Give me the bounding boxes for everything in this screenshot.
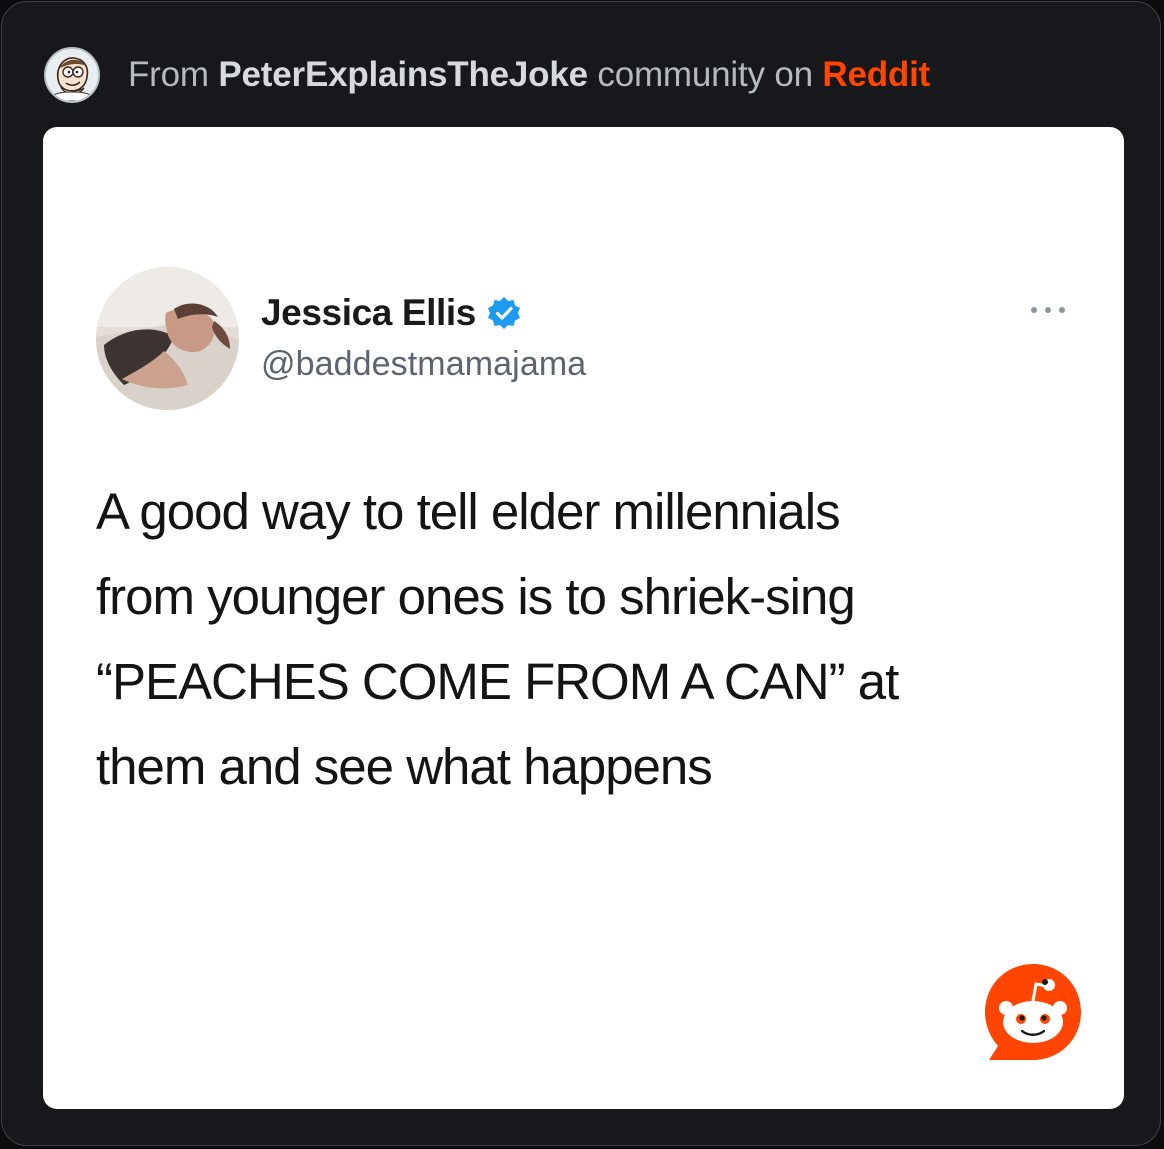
platform-name-link[interactable]: Reddit (822, 55, 930, 94)
more-dot (1031, 307, 1037, 313)
author-photo-image (96, 267, 239, 410)
header-middle: community on (587, 55, 823, 94)
community-header: From PeterExplainsTheJoke community on R… (44, 46, 930, 104)
reddit-snoo-icon (985, 964, 1081, 1060)
community-name-link[interactable]: PeterExplainsTheJoke (218, 55, 588, 94)
peter-griffin-avatar-icon (46, 49, 98, 101)
tweet-body: A good way to tell elder millennials fro… (96, 469, 1056, 809)
tweet-line: from younger ones is to shriek-sing (96, 568, 856, 625)
post-image-card[interactable]: Jessica Ellis @baddestmamajama A good wa… (43, 127, 1124, 1109)
header-attribution: From PeterExplainsTheJoke community on R… (128, 55, 930, 95)
tweet-author-row: Jessica Ellis (261, 292, 522, 334)
more-dot (1059, 307, 1065, 313)
tweet-line: them and see what happens (96, 738, 713, 795)
header-prefix: From (128, 55, 219, 94)
tweet-author-avatar (96, 267, 239, 410)
more-dot (1045, 307, 1051, 313)
more-options-icon[interactable] (1031, 307, 1065, 317)
community-avatar[interactable] (44, 47, 100, 103)
tweet-author-handle: @baddestmamajama (261, 345, 587, 383)
tweet-line: A good way to tell elder millennials (96, 483, 841, 540)
tweet-author-name: Jessica Ellis (261, 292, 476, 333)
tweet-line: “PEACHES COME FROM A CAN” at (96, 653, 899, 710)
verified-badge-icon (487, 297, 520, 329)
share-frame: From PeterExplainsTheJoke community on R… (1, 1, 1161, 1146)
